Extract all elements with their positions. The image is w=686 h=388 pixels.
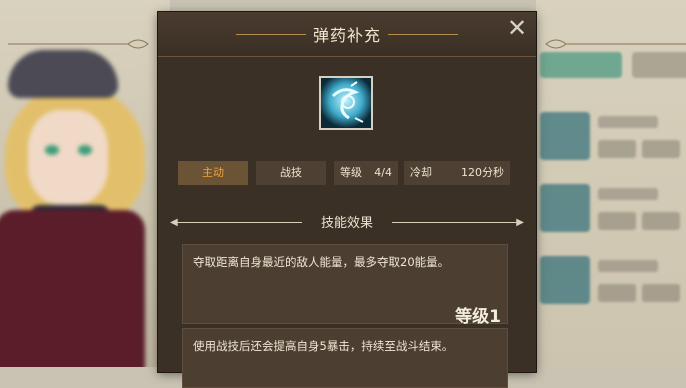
effect-level: 等级1 (455, 307, 501, 327)
background-skill-list (536, 0, 686, 367)
close-icon[interactable]: ✕ (504, 16, 530, 42)
right-ornament-icon (545, 39, 686, 49)
bg-tab-button (632, 52, 686, 78)
skill-category-tag: 战技 (256, 161, 326, 185)
character-portrait (0, 40, 165, 367)
effect-card: 使用战技后还会提高自身5暴击，持续至战斗结束。 (182, 328, 508, 388)
skill-cooldown-tag: 冷却 120分秒 (404, 161, 510, 185)
cooldown-value: 120分秒 (461, 166, 504, 179)
skill-detail-dialog: 弹药补充 ✕ 主动 战技 等级 4/4 冷却 120分秒 技能效果 ▶ 夺取距离… (8, 12, 686, 388)
cooldown-label: 冷却 (410, 166, 432, 179)
section-arrow-right-icon: ▶ (516, 217, 524, 228)
skill-type-tag: 主动 (178, 161, 248, 185)
bg-skill-row (536, 178, 686, 240)
effect-text: 夺取距离自身最近的敌人能量，最多夺取20能量。 (193, 255, 450, 269)
title-divider (388, 34, 458, 35)
bg-tab-button (540, 52, 622, 78)
effect-text: 使用战技后还会提高自身5暴击，持续至战斗结束。 (193, 339, 454, 353)
ammo-refill-skill-icon (319, 76, 373, 130)
level-value: 4/4 (374, 166, 392, 179)
bg-skill-row (536, 106, 686, 168)
level-label: 等级 (340, 166, 362, 179)
background-left (0, 0, 170, 367)
dialog-header: 弹药补充 ✕ (8, 12, 686, 57)
skill-level-tag: 等级 4/4 (334, 161, 398, 185)
bg-skill-row (536, 250, 686, 312)
left-ornament-icon (8, 39, 149, 49)
dialog-title: 弹药补充 (312, 26, 381, 45)
section-divider (392, 222, 522, 223)
effect-card: 夺取距离自身最近的敌人能量，最多夺取20能量。 等级1 (182, 244, 508, 327)
